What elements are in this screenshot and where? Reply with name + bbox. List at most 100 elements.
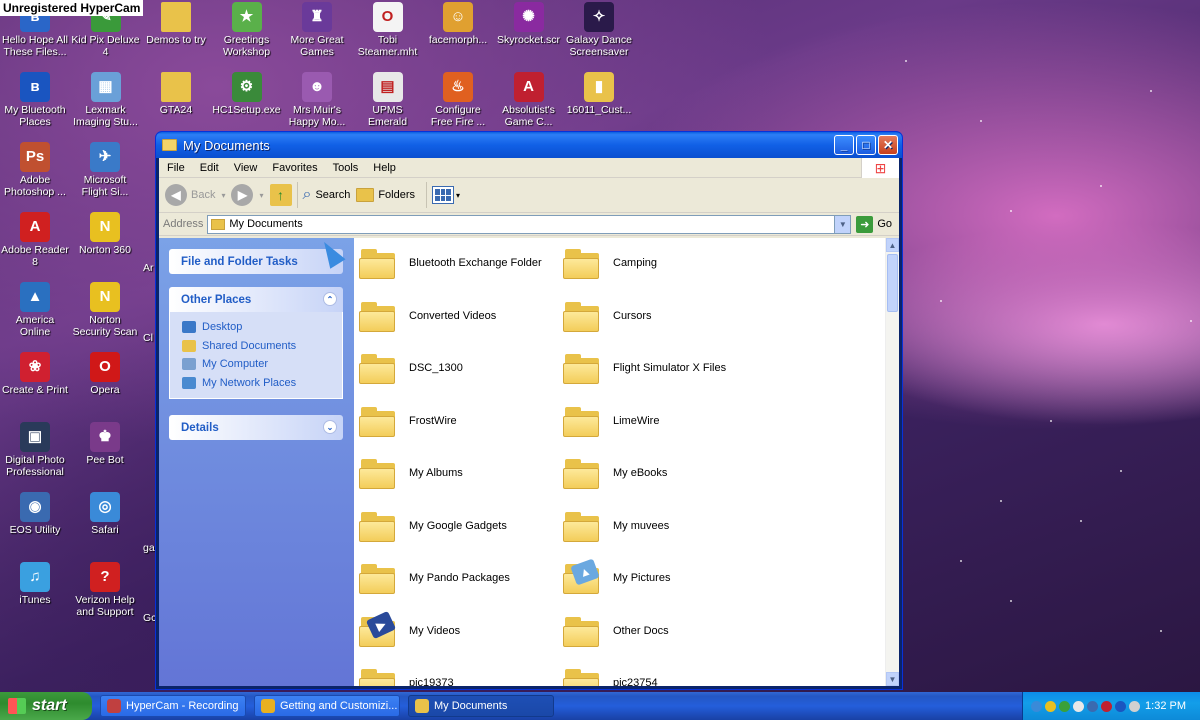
tray-bluetooth-icon[interactable] — [1115, 700, 1126, 712]
explorer-window[interactable]: My Documents _ □ ✕ File Edit View Favori… — [155, 131, 903, 690]
scroll-down-arrow-icon[interactable]: ▼ — [886, 672, 899, 686]
taskbar-button-hypercam-recording[interactable]: HyperCam - Recording — [100, 695, 246, 717]
chevron-down-icon[interactable]: ▾ — [456, 191, 460, 200]
folders-button[interactable]: Folders — [378, 189, 415, 201]
desktop-icon-norton-360[interactable]: N Norton 360 — [70, 212, 140, 256]
place-link-my-network-places[interactable]: My Network Places — [182, 374, 342, 393]
desktop-icon-facemorph[interactable]: ☺ facemorph... — [423, 2, 493, 46]
desktop-icon-itunes[interactable]: ♫ iTunes — [0, 562, 70, 606]
desktop-icon-adobe-photoshop[interactable]: Ps Adobe Photoshop ... — [0, 142, 70, 198]
desktop-icon-mrs-muir-s-happy-mo[interactable]: ☻ Mrs Muir's Happy Mo... — [282, 72, 352, 128]
file-folder-tasks-panel[interactable]: File and Folder Tasks — [169, 249, 343, 274]
desktop-icon-upms-emerald-installer-pu[interactable]: ▤UPMS Emerald Installer Pu... — [353, 72, 423, 128]
chevron-down-icon[interactable]: ▼ — [834, 215, 851, 233]
file-item[interactable]: ▲ My Pictures — [563, 558, 763, 594]
title-bar[interactable]: My Documents _ □ ✕ — [156, 132, 902, 158]
file-item[interactable]: My muvees — [563, 510, 763, 542]
desktop-icon-label-partial[interactable]: ga — [143, 542, 155, 554]
file-item[interactable]: My Google Gadgets — [359, 510, 559, 542]
chevron-down-icon[interactable]: ▾ — [221, 191, 225, 200]
desktop-icon-my-bluetooth-places[interactable]: ʙ My Bluetooth Places — [0, 72, 70, 128]
maximize-button[interactable]: □ — [856, 135, 876, 155]
desktop-icon-label-partial[interactable]: Cl — [143, 332, 153, 344]
minimize-button[interactable]: _ — [834, 135, 854, 155]
menu-edit[interactable]: Edit — [200, 162, 219, 174]
chevron-down-icon[interactable]: ▾ — [259, 191, 263, 200]
tray-volume-icon[interactable] — [1129, 700, 1140, 712]
go-button[interactable]: ➜ Go — [856, 215, 892, 233]
forward-arrow-icon[interactable]: ▶ — [231, 184, 254, 206]
desktop-icon-norton-security-scan[interactable]: N Norton Security Scan — [70, 282, 140, 338]
place-link-desktop[interactable]: Desktop — [182, 318, 342, 337]
back-button[interactable]: Back — [191, 189, 215, 201]
expand-chevron-icon[interactable]: ⌄ — [323, 420, 337, 434]
address-input[interactable]: My Documents ▼ — [207, 214, 852, 234]
file-item[interactable]: pic23754 — [563, 667, 763, 686]
file-folder-tasks-header[interactable]: File and Folder Tasks — [169, 249, 343, 274]
file-item[interactable]: LimeWire — [563, 405, 763, 437]
desktop-icon-greetings-workshop[interactable]: ★ Greetings Workshop — [212, 2, 282, 58]
place-link-shared-documents[interactable]: Shared Documents — [182, 337, 342, 356]
file-item[interactable]: pic19373 — [359, 667, 559, 686]
desktop-icon-safari[interactable]: ◎ Safari — [70, 492, 140, 536]
scroll-up-arrow-icon[interactable]: ▲ — [886, 238, 899, 252]
file-item[interactable]: DSC_1300 — [359, 352, 559, 384]
desktop-icon-create-print[interactable]: ❀ Create & Print — [0, 352, 70, 396]
menu-help[interactable]: Help — [373, 162, 396, 174]
file-item[interactable]: Other Docs — [563, 615, 763, 647]
desktop-icon-digital-photo-professional[interactable]: ▣ Digital Photo Professional — [0, 422, 70, 478]
tray-security-icon[interactable] — [1059, 700, 1070, 712]
vertical-scrollbar[interactable]: ▲ ▼ — [885, 238, 899, 686]
desktop-icon-gta24[interactable]: GTA24 — [141, 72, 211, 116]
desktop-icon-demos-to-try[interactable]: Demos to try — [141, 2, 211, 46]
desktop-icon-opera[interactable]: O Opera — [70, 352, 140, 396]
taskbar-button-getting-and-customizi[interactable]: Getting and Customizi... — [254, 695, 400, 717]
up-folder-icon[interactable]: ↑ — [269, 184, 292, 206]
file-item[interactable]: Bluetooth Exchange Folder — [359, 247, 559, 279]
file-item[interactable]: Flight Simulator X Files — [563, 352, 763, 384]
tray-shield-icon[interactable] — [1073, 700, 1084, 712]
desktop-icon-configure-free-fire[interactable]: ♨ Configure Free Fire ... — [423, 72, 493, 128]
tray-network-icon[interactable] — [1087, 700, 1098, 712]
desktop-icon-tobi-steamer-mht[interactable]: O Tobi Steamer.mht — [353, 2, 423, 58]
place-link-my-computer[interactable]: My Computer — [182, 355, 342, 374]
close-button[interactable]: ✕ — [878, 135, 898, 155]
file-item[interactable]: My eBooks — [563, 457, 763, 489]
desktop-icon-lexmark-imaging-stu[interactable]: ▦ Lexmark Imaging Stu... — [71, 72, 141, 128]
other-places-header[interactable]: Other Places ⌃ — [169, 287, 343, 312]
file-item[interactable]: My Albums — [359, 457, 559, 489]
search-button[interactable]: Search — [315, 189, 350, 201]
desktop-icon-label-partial[interactable]: Ar — [143, 262, 154, 274]
menu-favorites[interactable]: Favorites — [272, 162, 317, 174]
desktop-icon-16011-cust[interactable]: ▮ 16011_Cust... — [564, 72, 634, 116]
desktop-icon-america-online[interactable]: ▲ America Online — [0, 282, 70, 338]
file-item[interactable]: Cursors — [563, 300, 763, 332]
desktop-icon-microsoft-flight-si[interactable]: ✈ Microsoft Flight Si... — [70, 142, 140, 198]
desktop-icon-eos-utility[interactable]: ◉ EOS Utility — [0, 492, 70, 536]
tray-arrow-icon[interactable] — [1031, 700, 1042, 712]
desktop-icon-skyrocket-scr[interactable]: ✺ Skyrocket.scr — [494, 2, 564, 46]
taskbar-button-my-documents[interactable]: My Documents — [408, 695, 554, 717]
details-header[interactable]: Details ⌄ — [169, 415, 343, 440]
file-item[interactable]: My Pando Packages — [359, 562, 559, 594]
collapse-chevron-icon[interactable]: ⌃ — [323, 292, 337, 306]
back-arrow-icon[interactable]: ◀ — [165, 184, 187, 206]
desktop-icon-verizon-help-and-support[interactable]: ? Verizon Help and Support — [70, 562, 140, 618]
file-item[interactable]: Camping — [563, 247, 763, 279]
start-button[interactable]: start — [0, 692, 92, 720]
file-item[interactable]: FrostWire — [359, 405, 559, 437]
scroll-thumb[interactable] — [887, 254, 898, 312]
desktop-icon-absolutist-s-game-c[interactable]: A Absolutist's Game C... — [494, 72, 564, 128]
desktop-icon-galaxy-dance-screensaver[interactable]: ✧ Galaxy Dance Screensaver — [564, 2, 634, 58]
desktop-icon-hc1setup-exe[interactable]: ⚙ HC1Setup.exe — [212, 72, 282, 116]
tray-app-icon[interactable] — [1101, 700, 1112, 712]
file-item[interactable]: ▶ My Videos — [359, 610, 559, 647]
desktop-icon-pee-bot[interactable]: ♚ Pee Bot — [70, 422, 140, 466]
menu-tools[interactable]: Tools — [333, 162, 359, 174]
menu-file[interactable]: File — [167, 162, 185, 174]
menu-view[interactable]: View — [234, 162, 258, 174]
tray-norton-icon[interactable] — [1045, 700, 1056, 712]
file-item[interactable]: Converted Videos — [359, 300, 559, 332]
views-icon[interactable] — [432, 186, 455, 204]
desktop-icon-adobe-reader-8[interactable]: A Adobe Reader 8 — [0, 212, 70, 268]
